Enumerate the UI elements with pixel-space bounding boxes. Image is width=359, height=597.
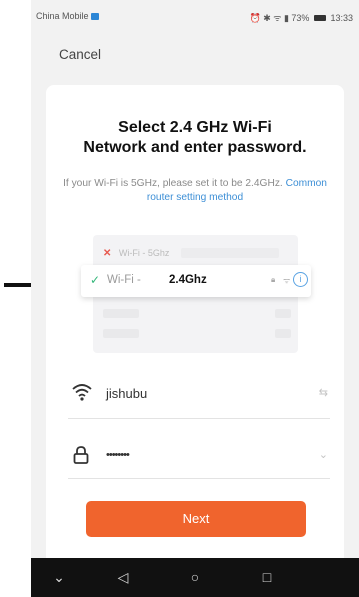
phone-screen: China Mobile ⏰ ✱ ᯤ ▮ 73% 13:33 Cancel Se… xyxy=(31,0,359,597)
lock-icon xyxy=(73,446,89,464)
instruction-text: If your Wi-Fi is 5GHz, please set it to … xyxy=(63,178,327,203)
field-divider xyxy=(68,418,330,419)
info-icon: i xyxy=(293,272,308,287)
placeholder-row xyxy=(103,307,293,321)
wifi-5ghz-row: ✕ Wi-Fi - 5Ghz xyxy=(103,243,288,263)
field-divider xyxy=(68,478,330,479)
ssid-field[interactable]: jishubu ⇆ xyxy=(68,378,330,408)
cross-icon: ✕ xyxy=(103,248,112,259)
small-wifi-icon: ᯤ xyxy=(283,276,291,285)
wifi-24ghz-row: ✓ Wi-Fi - 2.4Ghz 🔒︎ ᯤ i xyxy=(81,265,311,297)
carrier-label: China Mobile xyxy=(36,11,99,21)
status-bar: China Mobile ⏰ ✱ ᯤ ▮ 73% 13:33 xyxy=(31,0,359,32)
placeholder-bar xyxy=(181,248,279,258)
small-lock-icon: 🔒︎ xyxy=(271,275,276,284)
battery-percent: 73% xyxy=(291,13,310,23)
switch-network-icon[interactable]: ⇆ xyxy=(319,386,328,399)
collapse-icon[interactable]: ⌄ xyxy=(39,558,79,597)
back-triangle-icon[interactable]: ◁ xyxy=(103,558,143,597)
status-icons: ⏰ ✱ ᯤ ▮ xyxy=(249,13,292,23)
page-title: Select 2.4 GHz Wi-Fi Network and enter p… xyxy=(83,119,307,156)
placeholder-row xyxy=(103,327,293,341)
ssid-value: jishubu xyxy=(106,386,148,401)
check-icon: ✓ xyxy=(90,273,101,287)
show-password-icon[interactable]: ⌄ xyxy=(319,448,328,461)
wifi-icon xyxy=(72,384,92,401)
next-button[interactable]: Next xyxy=(86,501,306,537)
cancel-button[interactable]: Cancel xyxy=(59,47,101,62)
home-circle-icon[interactable]: ○ xyxy=(175,558,215,597)
password-field[interactable]: •••••••• ⌄ xyxy=(68,440,330,470)
recent-square-icon[interactable]: □ xyxy=(247,558,287,597)
status-time: 13:33 xyxy=(330,13,353,23)
battery-icon xyxy=(313,15,326,21)
android-nav-bar: ⌄ ◁ ○ □ xyxy=(31,558,359,597)
wifi-setup-card: Select 2.4 GHz Wi-Fi Network and enter p… xyxy=(46,85,344,565)
password-value: •••••••• xyxy=(106,449,130,461)
status-right: ⏰ ✱ ᯤ ▮ 73% 13:33 xyxy=(250,11,354,24)
